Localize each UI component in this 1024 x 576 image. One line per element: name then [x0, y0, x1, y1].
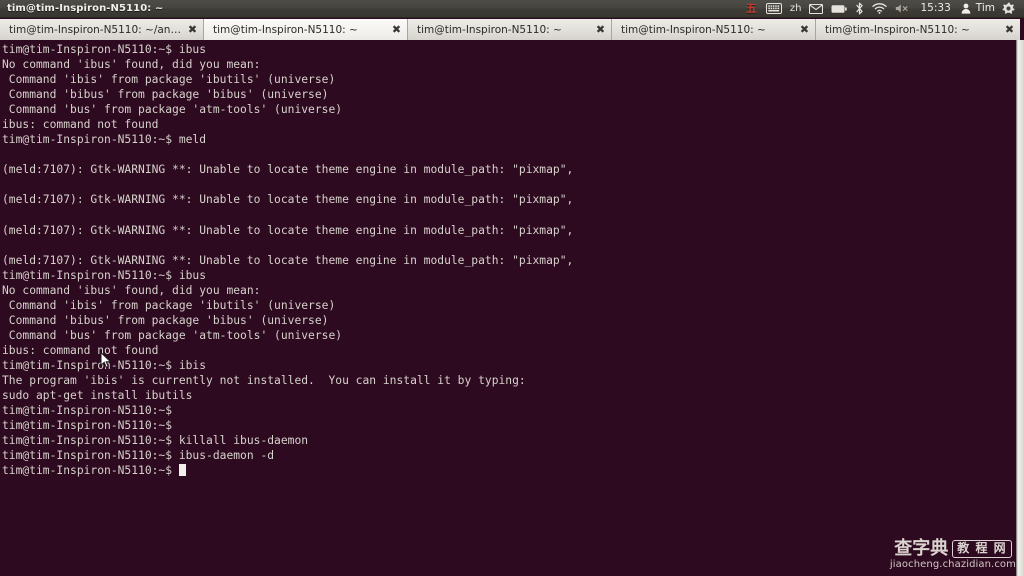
terminal-line: sudo apt-get install ibutils — [2, 389, 193, 403]
terminal-line: tim@tim-Inspiron-N5110:~$ ibis — [2, 358, 207, 372]
terminal-line: (meld:7107): Gtk-WARNING **: Unable to l… — [2, 253, 574, 267]
clock-label[interactable]: 15:33 — [914, 0, 956, 17]
terminal-tab-5[interactable]: tim@tim-Inspiron-N5110: ~ ✖ — [816, 19, 1020, 40]
terminal-line: ibus: command not found — [2, 118, 159, 132]
terminal-tab-4[interactable]: tim@tim-Inspiron-N5110: ~ ✖ — [612, 19, 816, 40]
ime-wubi-icon[interactable]: 五 — [741, 0, 762, 17]
terminal-line: tim@tim-Inspiron-N5110:~$ ibus — [2, 43, 207, 56]
user-name-label[interactable]: Tim — [975, 0, 998, 17]
terminal-cursor — [178, 464, 186, 477]
window-title: tim@tim-Inspiron-N5110: ~ — [7, 3, 164, 14]
terminal-tab-3-close-icon[interactable]: ✖ — [594, 23, 607, 36]
terminal-line: Command 'bus' from package 'atm-tools' (… — [2, 328, 343, 342]
desktop-root: tim@tim-Inspiron-N5110: ~ 五 zh 15:33 Tim… — [0, 0, 1024, 576]
terminal-line: Command 'ibis' from package 'ibutils' (u… — [2, 73, 336, 87]
volume-muted-icon[interactable] — [891, 0, 914, 17]
terminal-line: tim@tim-Inspiron-N5110:~$ meld — [2, 133, 207, 147]
terminal-line: tim@tim-Inspiron-N5110:~$ — [2, 419, 179, 433]
terminal-tab-2[interactable]: tim@tim-Inspiron-N5110: ~ ✖ — [204, 19, 408, 40]
terminal-line: Command 'bus' from package 'atm-tools' (… — [2, 103, 343, 117]
terminal-line: tim@tim-Inspiron-N5110:~$ killall ibus-d… — [2, 434, 309, 448]
terminal-line: No command 'ibus' found, did you mean: — [2, 58, 261, 72]
window-titlebar: tim@tim-Inspiron-N5110: ~ 五 zh 15:33 Tim — [0, 0, 1024, 18]
terminal-scrollbar-thumb[interactable] — [1018, 40, 1024, 576]
terminal-line: (meld:7107): Gtk-WARNING **: Unable to l… — [2, 193, 574, 207]
terminal-output-area[interactable]: tim@tim-Inspiron-N5110:~$ ibus No command… — [0, 40, 1016, 576]
terminal-tab-5-close-icon[interactable]: ✖ — [1003, 23, 1016, 36]
terminal-line: Command 'ibis' from package 'ibutils' (u… — [2, 298, 336, 312]
terminal-scrollbar[interactable] — [1016, 40, 1024, 576]
terminal-tab-5-label: tim@tim-Inspiron-N5110: ~ — [825, 23, 970, 36]
terminal-line: No command 'ibus' found, did you mean: — [2, 283, 261, 297]
keyboard-icon[interactable] — [762, 0, 786, 17]
terminal-tab-3[interactable]: tim@tim-Inspiron-N5110: ~ ✖ — [408, 19, 612, 40]
terminal-tab-1-label: tim@tim-Inspiron-N5110: ~/andro... — [9, 23, 181, 36]
terminal-tabbar: tim@tim-Inspiron-N5110: ~/andro... ✖ tim… — [0, 18, 1024, 40]
terminal-tab-2-label: tim@tim-Inspiron-N5110: ~ — [213, 23, 358, 36]
terminal-line: tim@tim-Inspiron-N5110:~$ ibus-daemon -d — [2, 449, 275, 463]
terminal-current-prompt: tim@tim-Inspiron-N5110:~$ — [2, 464, 179, 478]
terminal-line: tim@tim-Inspiron-N5110:~$ — [2, 404, 179, 418]
terminal-scrollback: tim@tim-Inspiron-N5110:~$ ibus No command… — [2, 42, 1016, 463]
terminal-line: (meld:7107): Gtk-WARNING **: Unable to l… — [2, 163, 574, 177]
mail-icon[interactable] — [805, 0, 827, 17]
terminal-line: ibus: command not found — [2, 343, 159, 357]
terminal-tab-3-label: tim@tim-Inspiron-N5110: ~ — [417, 23, 562, 36]
terminal-tab-1-close-icon[interactable]: ✖ — [186, 23, 199, 36]
terminal-line: tim@tim-Inspiron-N5110:~$ ibus — [2, 268, 207, 282]
gear-icon[interactable] — [998, 0, 1019, 17]
terminal-current-prompt-line: tim@tim-Inspiron-N5110:~$ — [2, 463, 1016, 478]
terminal-line: Command 'bibus' from package 'bibus' (un… — [2, 88, 329, 102]
bluetooth-icon[interactable] — [851, 0, 868, 17]
user-icon[interactable] — [957, 0, 975, 17]
terminal-line: Command 'bibus' from package 'bibus' (un… — [2, 313, 329, 327]
terminal-tab-1[interactable]: tim@tim-Inspiron-N5110: ~/andro... ✖ — [0, 19, 204, 40]
battery-icon[interactable] — [827, 0, 851, 17]
terminal-tab-4-close-icon[interactable]: ✖ — [798, 23, 811, 36]
terminal-line: (meld:7107): Gtk-WARNING **: Unable to l… — [2, 223, 574, 237]
terminal-line: The program 'ibis' is currently not inst… — [2, 374, 526, 388]
terminal-tab-2-close-icon[interactable]: ✖ — [390, 23, 403, 36]
terminal-tab-4-label: tim@tim-Inspiron-N5110: ~ — [621, 23, 766, 36]
keyboard-layout-label[interactable]: zh — [786, 0, 806, 17]
wifi-icon[interactable] — [868, 0, 891, 17]
system-tray: 五 zh 15:33 Tim — [741, 0, 1024, 17]
